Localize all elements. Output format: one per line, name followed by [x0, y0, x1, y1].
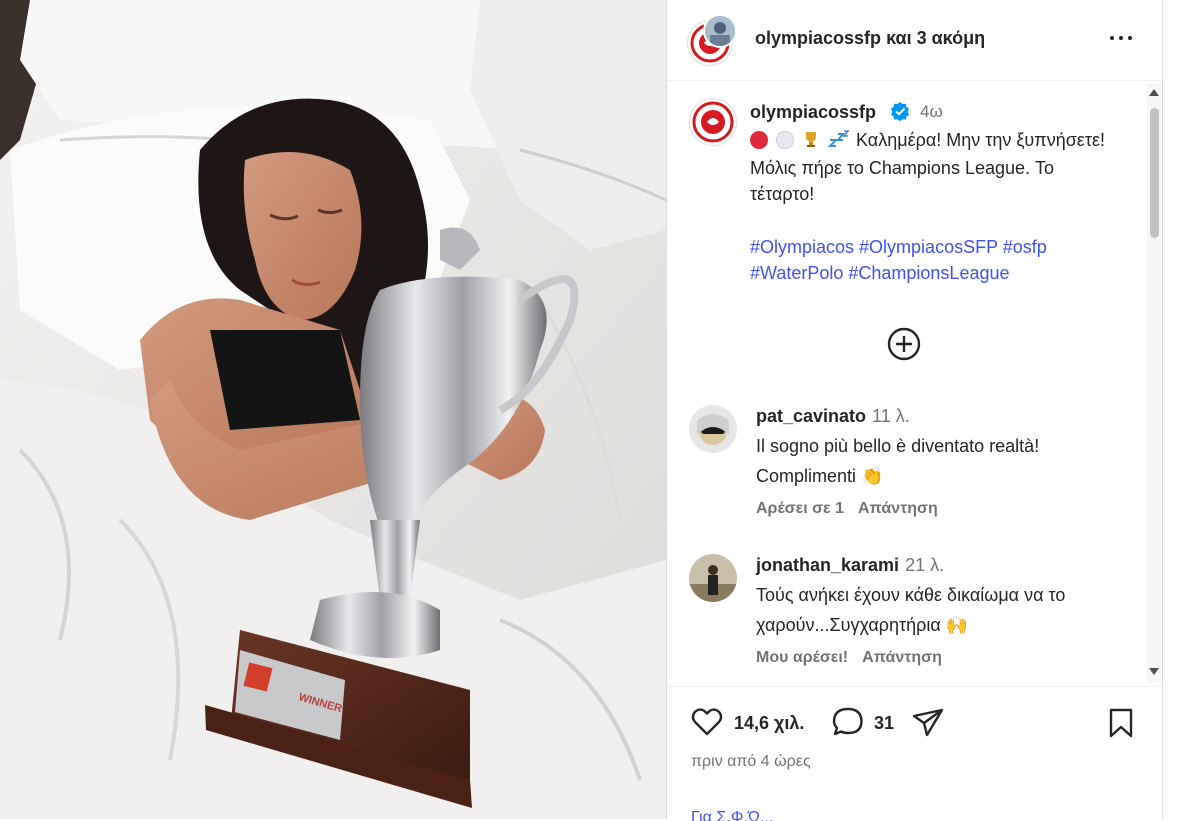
comment-actions: Αρέσει σε 1 Απάντηση — [756, 500, 952, 518]
header-title[interactable]: olympiacossfp και 3 ακόμη — [755, 28, 985, 49]
comment-username[interactable]: pat_cavinato 11 λ. — [756, 406, 910, 427]
comment-bubble-icon[interactable] — [831, 706, 865, 738]
scroll-up-icon[interactable] — [1149, 89, 1159, 96]
verified-badge-icon — [891, 102, 909, 121]
post-side-panel: olympiacossfp και 3 ακόμη olympiacossfp … — [667, 0, 1162, 821]
trophy-icon — [802, 129, 820, 155]
like-heart-icon[interactable] — [691, 707, 723, 737]
white-circle-icon — [776, 131, 794, 149]
save-bookmark-icon[interactable] — [1107, 707, 1135, 739]
red-circle-icon — [750, 131, 768, 149]
scroll-down-icon[interactable] — [1149, 668, 1159, 675]
comment-actions: Μου αρέσει! Απάντηση — [756, 649, 956, 667]
share-paper-plane-icon[interactable] — [911, 707, 945, 739]
header-suffix[interactable]: και 3 ακόμη — [886, 28, 985, 48]
more-dot-icon — [1128, 36, 1132, 40]
more-dot-icon — [1119, 36, 1123, 40]
caption-text: Καλημέρα! Μην την ξυπνήσετε! Μόλις πήρε … — [750, 127, 1110, 207]
comment-username[interactable]: jonathan_karami 21 λ. — [756, 555, 944, 576]
collaborator-avatar[interactable] — [703, 14, 737, 48]
comment-reply-link[interactable]: Απάντηση — [858, 500, 938, 517]
comments-count[interactable]: 31 — [874, 713, 894, 734]
window-right-edge — [1162, 0, 1200, 819]
caption-avatar[interactable] — [689, 98, 737, 146]
comment-username-text[interactable]: pat_cavinato — [756, 406, 866, 426]
caption-time[interactable]: 4ω — [920, 102, 943, 122]
header-username[interactable]: olympiacossfp — [755, 28, 881, 48]
caption-username[interactable]: olympiacossfp — [750, 102, 876, 123]
comment-likes-link[interactable]: Αρέσει σε 1 — [756, 500, 844, 517]
load-more-comments-button[interactable] — [887, 327, 921, 361]
more-options-button[interactable] — [1107, 26, 1137, 50]
likes-count[interactable]: 14,6 χιλ. — [734, 713, 804, 734]
comment-reply-link[interactable]: Απάντηση — [862, 649, 942, 666]
bottom-partial-link[interactable]: Για Σ.Φ.Ώ... — [691, 809, 773, 821]
comment-item: pat_cavinato 11 λ. Il sogno più bello è d… — [689, 405, 1139, 525]
comment-like-link[interactable]: Μου αρέσει! — [756, 649, 848, 666]
commenter-avatar[interactable] — [689, 405, 737, 453]
comment-text: Il sogno più bello è diventato realtà! C… — [756, 436, 1040, 486]
post-header: olympiacossfp και 3 ακόμη — [667, 0, 1162, 81]
post-photo[interactable]: WINNER — [0, 0, 666, 819]
comment-username-text[interactable]: jonathan_karami — [756, 555, 899, 575]
comment-time[interactable]: 21 λ. — [905, 555, 944, 575]
comment-item: jonathan_karami 21 λ. Τούς ανήκει έχουν κ… — [689, 554, 1139, 674]
scrollbar-thumb[interactable] — [1150, 108, 1159, 238]
photo-illustration: WINNER — [0, 0, 666, 819]
post-time-ago[interactable]: πριν από 4 ώρες — [691, 753, 811, 771]
comment-time[interactable]: 11 λ. — [872, 406, 910, 426]
commenter-avatar[interactable] — [689, 554, 737, 602]
post-footer: 14,6 χιλ. 31 πριν από 4 ώρες Για Σ.Φ.Ώ..… — [667, 686, 1162, 821]
comment-text: Τούς ανήκει έχουν κάθε δικαίωμα να το χα… — [756, 585, 1066, 635]
zzz-icon — [827, 129, 850, 155]
caption-hashtags[interactable]: #Olympiacos #OlympiacosSFP #osfp #WaterP… — [750, 234, 1110, 286]
more-dot-icon — [1110, 36, 1114, 40]
